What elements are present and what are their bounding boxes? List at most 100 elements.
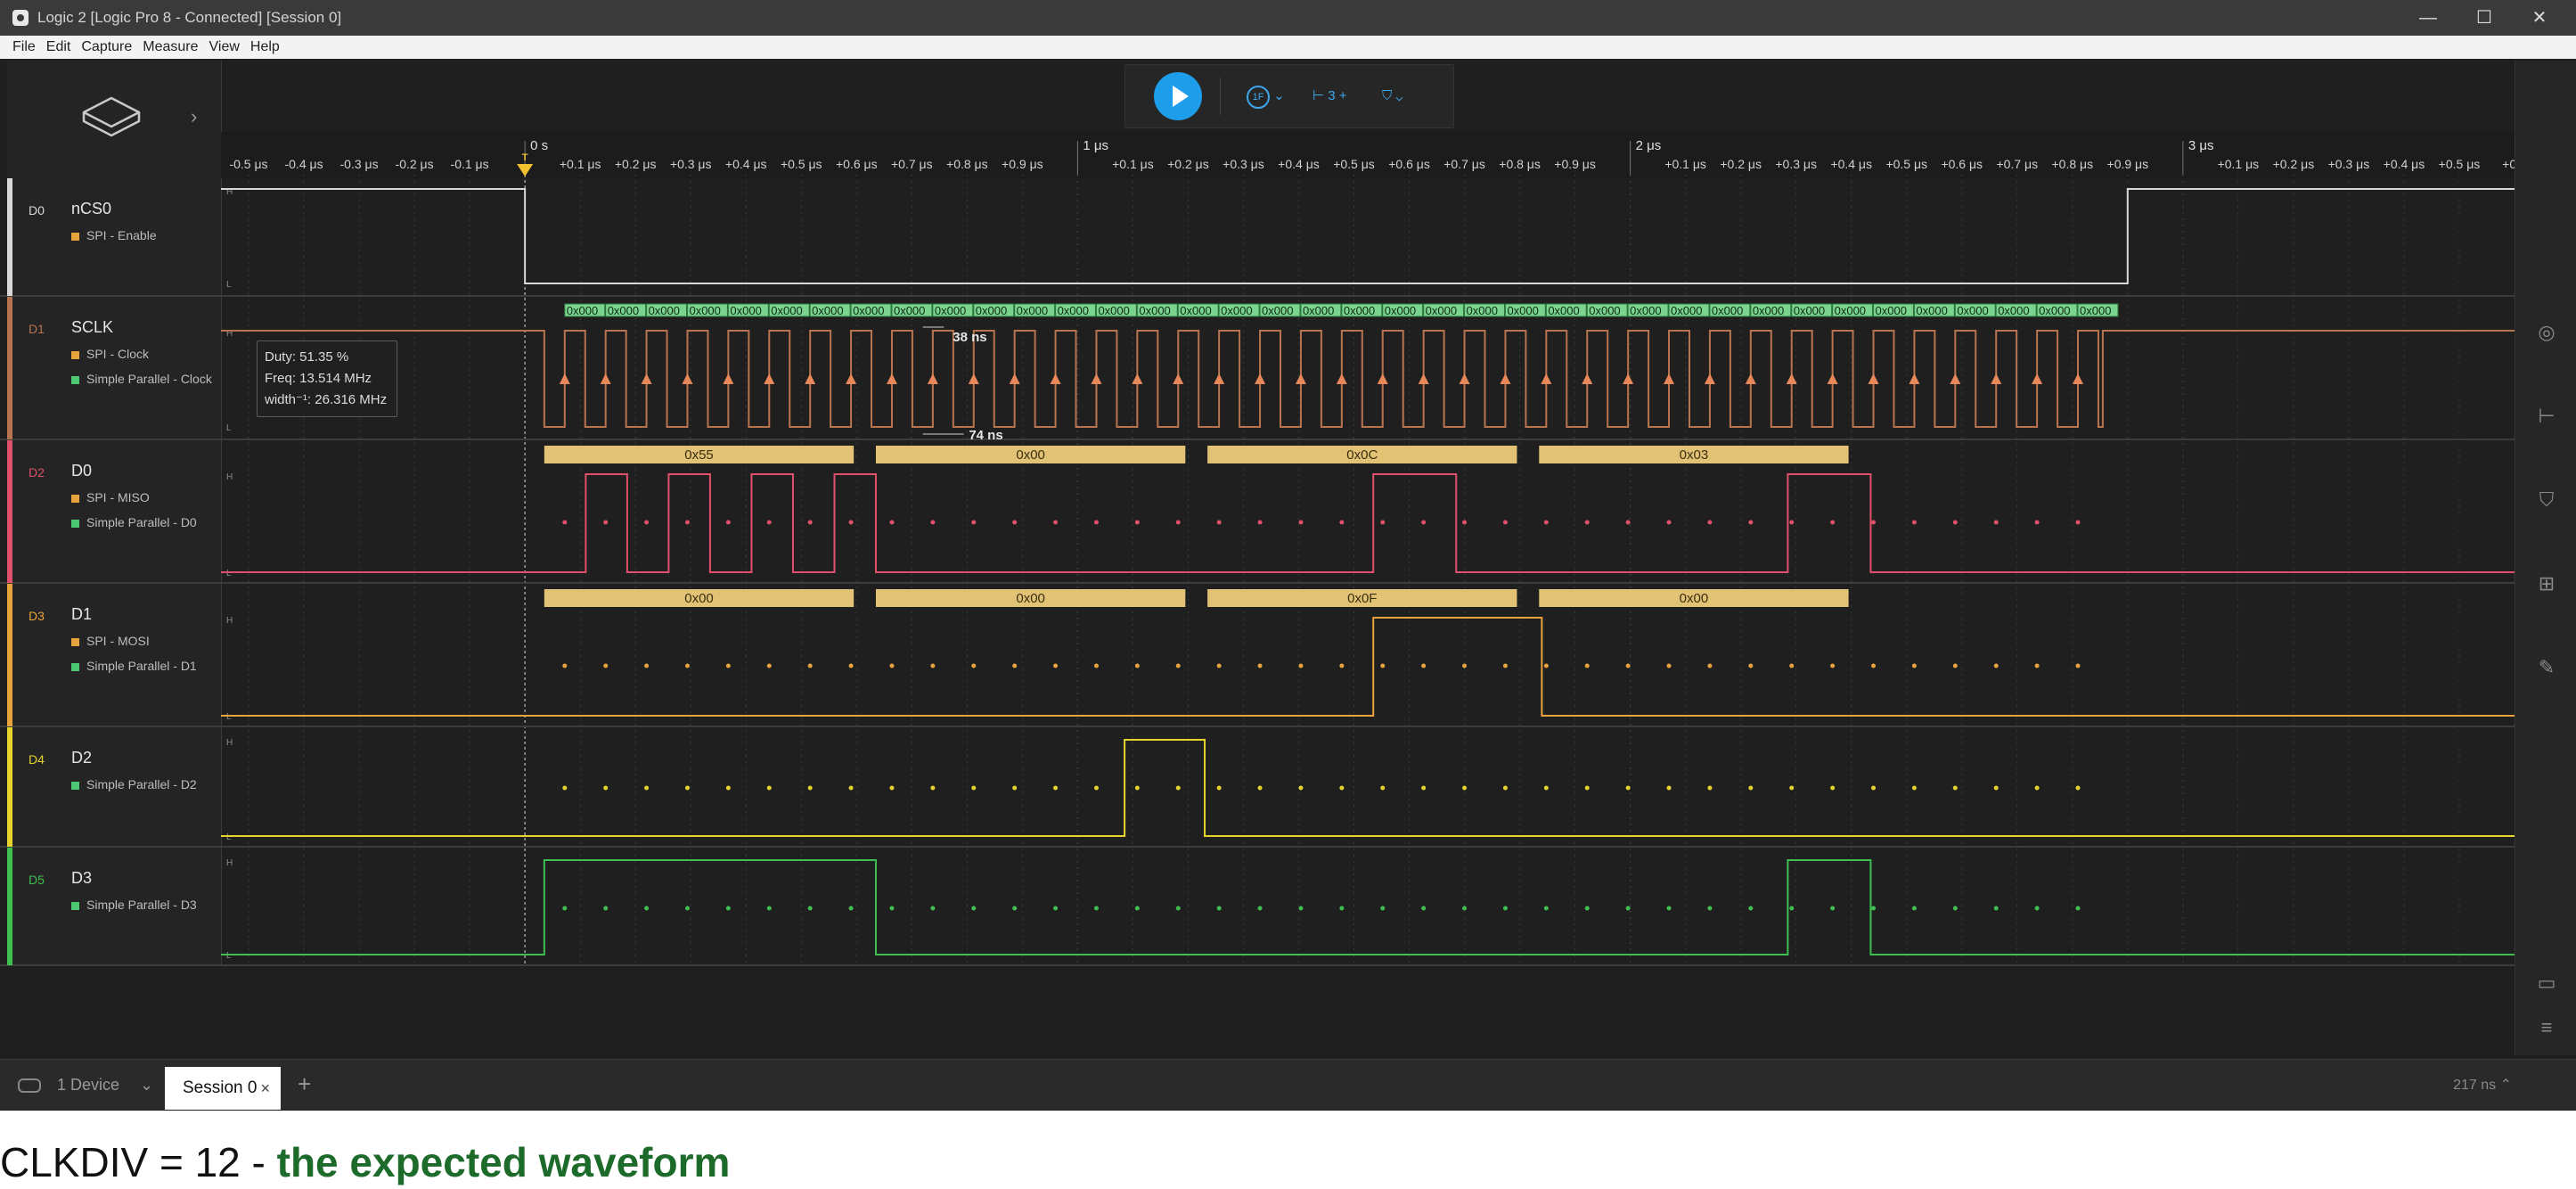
sample-dot (1298, 520, 1304, 525)
analyzer-color-swatch (71, 350, 79, 359)
channel-name: SCLK (71, 318, 114, 336)
channel-label-d3[interactable]: D5 D3 Simple Parallel - D3 (7, 848, 221, 965)
sample-dot (930, 906, 936, 911)
parallel-value-label: 0x000 (1589, 304, 1620, 317)
waveform-area[interactable]: -0.5 μs -0.4 μs -0.3 μs -0.2 μs -0.1 μs +0.1 … (0, 0, 2576, 1111)
sample-dot (1871, 663, 1877, 668)
parallel-value-label: 0x000 (1630, 304, 1661, 317)
session-tab[interactable]: Session 0 × (165, 1067, 281, 1110)
ruler-minor-label: +0.8 μs (946, 157, 988, 171)
clock-edge-marker (1295, 373, 1306, 384)
clock-edge-marker (1500, 373, 1511, 384)
clock-measure-tooltip: Duty: 51.35 % Freq: 13.514 MHz width⁻¹: … (257, 340, 397, 417)
sample-dot (1707, 785, 1713, 791)
notes-panel-icon[interactable]: ✎ (2533, 656, 2560, 679)
marker-panel-icon[interactable]: ⛉ (2533, 488, 2560, 512)
analyzers-panel-icon[interactable]: ⊞ (2533, 572, 2560, 595)
measure-add-label: 3 + (1328, 88, 1347, 103)
channel-number: D4 (29, 752, 45, 767)
start-capture-button[interactable] (1154, 72, 1202, 120)
measure-add-button[interactable]: ⊢ 3 + (1313, 83, 1347, 110)
clock-edge-marker (1418, 373, 1429, 384)
trigger-settings-button[interactable]: 1F ⌄ (1247, 83, 1285, 110)
analyzer-name: SPI - Clock (86, 347, 150, 361)
parallel-value-label: 0x000 (2080, 304, 2111, 317)
capture-toolbar: 1F ⌄ ⊢ 3 + ⛉ ⌄ (1124, 64, 1454, 128)
analyzer-color-swatch (71, 375, 79, 384)
parallel-value-label: 0x000 (1671, 304, 1702, 317)
ruler-minor-label: +0.6 μs (1941, 157, 1983, 171)
device-selector[interactable]: 1 Device ⌄ (18, 1076, 153, 1095)
sample-dot (1789, 785, 1795, 791)
sample-dot (1830, 785, 1836, 791)
ruler-minor-label: +0.3 μs (1775, 157, 1817, 171)
session-bar: 1 Device ⌄ Session 0 × + 217 ns ⌃ (0, 1059, 2576, 1110)
sample-dot (848, 520, 854, 525)
clock-edge-marker (1664, 373, 1675, 384)
sample-dot (807, 663, 813, 668)
sample-dot (1462, 520, 1468, 525)
clock-edge-marker (641, 373, 652, 384)
analyzer-color-swatch (71, 901, 79, 910)
marker-button[interactable]: ⛉ ⌄ (1382, 83, 1403, 110)
trigger-label: T (522, 152, 528, 163)
sample-dot (684, 520, 690, 525)
sample-dot (1298, 785, 1304, 791)
analyzer-label: Simple Parallel - Clock (71, 372, 212, 386)
measure-panel-icon[interactable]: ⊢ (2533, 405, 2560, 428)
parallel-value-label: 0x000 (976, 304, 1007, 317)
sample-dot (644, 520, 650, 525)
sample-dot (1421, 906, 1427, 911)
sample-dot (1625, 906, 1631, 911)
right-panel-bar: ◎ ⊢ ⛉ ⊞ ✎ ▭ ≡ (2515, 61, 2576, 1055)
analyzer-name: SPI - Enable (86, 228, 157, 242)
channel-label-d1[interactable]: D3 D1 SPI - MOSI Simple Parallel - D1 (7, 584, 221, 726)
clock-edge-marker (1173, 373, 1184, 384)
ruler-minor-label: +0.8 μs (1499, 157, 1541, 171)
sample-dot (1993, 785, 1999, 791)
sample-dot (1707, 663, 1713, 668)
ruler-minor-label: +0.9 μs (1002, 157, 1043, 171)
parallel-value-label: 0x000 (2039, 304, 2070, 317)
comment-icon[interactable]: ▭ (2533, 972, 2560, 995)
high-level-marker: H (226, 738, 233, 748)
sample-dot (562, 785, 568, 791)
sample-dot (1257, 663, 1263, 668)
trigger-panel-icon[interactable]: ◎ (2533, 321, 2560, 344)
sample-dot (603, 520, 609, 525)
caption: CLKDIV = 12 - the expected waveform (0, 1136, 730, 1189)
clock-edge-marker (1745, 373, 1756, 384)
ruler-major-label: 0 s (530, 138, 548, 153)
sample-dot (1053, 520, 1059, 525)
analyzer-name: Simple Parallel - D3 (86, 898, 197, 912)
channel-name: D0 (71, 462, 93, 480)
channel-label-d0[interactable]: D2 D0 SPI - MISO Simple Parallel - D0 (7, 440, 221, 583)
sample-dot (1421, 785, 1427, 791)
analyzer-color-swatch (71, 494, 79, 503)
close-tab-icon[interactable]: × (260, 1067, 270, 1110)
sample-dot (1012, 785, 1018, 791)
sample-dot (2034, 906, 2040, 911)
channel-label-sclk[interactable]: D1 SCLK SPI - Clock Simple Parallel - Clock (7, 297, 221, 439)
spi-byte-label: 0x00 (1016, 591, 1045, 606)
channel-label-ncs0[interactable]: D0 nCS0 SPI - Enable (7, 178, 221, 296)
sample-dot (889, 663, 895, 668)
clock-edge-marker (1704, 373, 1715, 384)
sample-dot (1911, 785, 1917, 791)
channel-name: nCS0 (71, 200, 112, 217)
channel-label-d2[interactable]: D4 D2 Simple Parallel - D2 (7, 727, 221, 847)
sample-dot (603, 785, 609, 791)
sample-dot (603, 906, 609, 911)
parallel-value-label: 0x000 (935, 304, 966, 317)
ruler-major-label: 2 μs (1636, 138, 1662, 153)
parallel-value-label: 0x000 (771, 304, 802, 317)
menu-icon[interactable]: ≡ (2533, 1016, 2560, 1039)
sample-dot (1666, 663, 1672, 668)
chevron-down-icon: ⌄ (140, 1076, 154, 1094)
sample-dot (1666, 906, 1672, 911)
add-session-button[interactable]: + (298, 1070, 311, 1098)
clock-edge-marker (1623, 373, 1634, 384)
sample-dot (971, 663, 977, 668)
channel-name: D1 (71, 605, 93, 623)
sample-dot (766, 785, 772, 791)
